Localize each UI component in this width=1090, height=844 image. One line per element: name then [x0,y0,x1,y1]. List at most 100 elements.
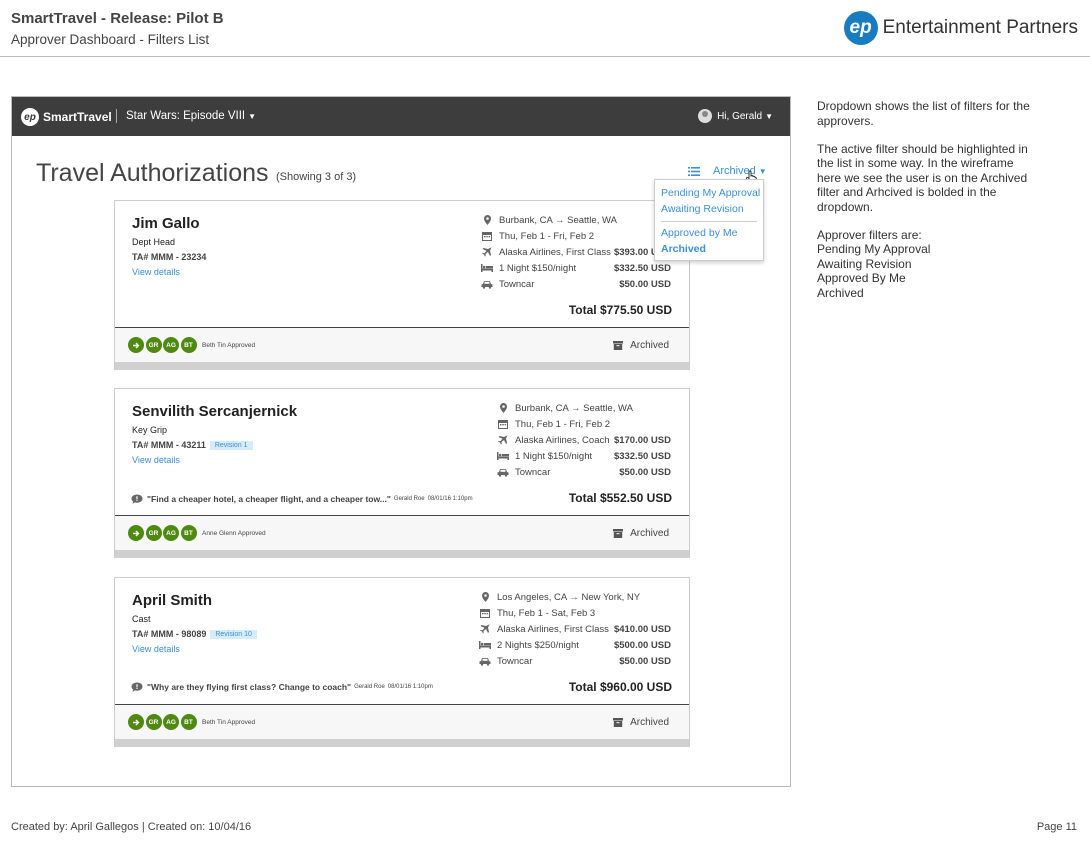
ta-number: TA# MMM - 43211 Revision 1 [132,440,253,450]
approver-badge: BT [180,714,197,730]
flight-amount: $170.00 USD [613,434,671,446]
view-details-link[interactable]: View details [132,644,180,654]
itinerary-car: Towncar $50.00 USD [497,464,671,480]
note-line: approvers. [817,113,874,128]
filter-option-pending-my-approval[interactable]: Pending My Approval [655,185,763,201]
status-label: Archived [630,717,669,728]
approval-status-text: Anne Glenn Approved [202,529,266,537]
travel-authorization-card: Senvilith Sercanjernick Key Grip TA# MMM… [114,388,690,558]
ta-number-text: TA# MMM - 98089 [132,629,207,639]
comment-text: "Find a cheaper hotel, a cheaper flight,… [147,494,391,504]
approved-arrow-icon [128,337,144,353]
note-line: Approver filters are: [817,227,922,242]
itinerary-car: Towncar $50.00 USD [479,653,671,669]
document-footer-credits: Created by: April Gallegos | Created on:… [11,821,252,833]
bed-icon [497,451,509,461]
annotation-notes: Dropdown shows the list of filters for t… [817,99,1057,314]
ta-number-text: TA# MMM - 43211 [132,440,206,450]
flight-amount: $410.00 USD [613,623,671,635]
app-bar: ep SmartTravel Star Wars: Episode VIII ▼ … [12,97,790,136]
route-text: Burbank, CA → Seattle, WA [515,402,633,414]
comment-icon [131,682,143,692]
car-amount: $50.00 USD [619,466,671,478]
approval-status-text: Beth Tin Approved [202,718,256,726]
car-amount: $50.00 USD [619,655,671,667]
filter-option-approved-by-me[interactable]: Approved by Me [655,225,763,241]
location-icon [497,403,509,413]
bed-icon [481,263,493,273]
note-line: Pending My Approval [817,242,931,256]
note-dropdown: Dropdown shows the list of filters for t… [817,99,1057,128]
location-icon [481,215,493,225]
approver-badge: GR [145,525,162,541]
approval-chain: GR AG BT Beth Tin Approved [128,714,255,730]
filter-dropdown-menu: Pending My Approval Awaiting Revision Ap… [654,179,764,261]
status-label: Archived [630,340,669,351]
approver-badge: BT [180,525,197,541]
card-footer: GR AG BT Beth Tin Approved Archived [115,327,689,363]
total-amount: Total $960.00 USD [568,680,672,694]
itinerary-flight: Alaska Airlines, First Class $393.00 USD [481,244,671,260]
route-text: Los Angeles, CA → New York, NY [497,591,641,603]
filter-option-awaiting-revision[interactable]: Awaiting Revision [655,201,763,217]
note-line: Archived [817,285,864,300]
page-number: Page 11 [1036,821,1077,833]
entertainment-partners-logo: ep Entertainment Partners [843,11,1078,45]
itinerary: Burbank, CA → Seattle, WA Thu, Feb 1 - F… [481,212,671,292]
traveler-role: Dept Head [132,237,176,247]
approver-badge: BT [180,337,197,353]
note-filter-list: Approver filters are: Pending My Approva… [817,228,1057,301]
total-amount: Total $775.50 USD [568,303,672,317]
approval-status-text: Beth Tin Approved [202,341,256,349]
flight-text: Alaska Airlines, First Class [497,623,609,635]
app-logo[interactable]: ep SmartTravel [21,108,112,126]
approved-arrow-icon [128,714,144,730]
itinerary-route: Burbank, CA → Seattle, WA [481,212,671,228]
note-line: Dropdown shows the list of filters for t… [817,99,1030,113]
car-text: Towncar [515,466,551,478]
hotel-amount: $500.00 USD [613,639,671,651]
view-details-link[interactable]: View details [132,267,180,277]
archived-status: Archived [613,528,669,539]
ep-logo-name: Entertainment Partners [882,17,1078,38]
flight-text: Alaska Airlines, First Class [499,246,611,258]
approval-chain: GR AG BT Anne Glenn Approved [128,525,266,541]
travel-authorization-card: April Smith Cast TA# MMM - 98089 Revision… [114,577,690,747]
chevron-down-icon: ▼ [248,112,257,121]
card-footer: GR AG BT Beth Tin Approved Archived [115,704,689,740]
note-line: Approved By Me [817,271,906,285]
card-body: Senvilith Sercanjernick Key Grip TA# MMM… [115,389,689,514]
car-icon [497,467,509,477]
document-subtitle: Approver Dashboard - Filters List [11,32,210,47]
archive-icon [613,529,624,538]
itinerary-flight: Alaska Airlines, Coach $170.00 USD [497,432,671,448]
avatar [698,109,713,123]
filter-option-archived[interactable]: Archived [655,241,763,257]
note-line: the list in some way. In the wireframe [817,156,1014,170]
approver-comment: "Find a cheaper hotel, a cheaper flight,… [131,494,473,504]
car-icon [481,279,493,289]
card-body: April Smith Cast TA# MMM - 98089 Revision… [115,578,689,703]
route-text: Burbank, CA → Seattle, WA [499,214,617,226]
project-selector[interactable]: Star Wars: Episode VIII ▼ [126,110,256,122]
hotel-amount: $332.50 USD [613,450,671,462]
list-icon [688,166,700,176]
app-logo-name: SmartTravel [43,110,112,124]
approver-badge: AG [163,525,179,541]
view-details-link[interactable]: View details [132,455,180,465]
flight-text: Alaska Airlines, Coach [515,434,610,446]
hotel-text: 2 Nights $250/night [497,639,579,651]
itinerary-hotel: 2 Nights $250/night $500.00 USD [479,637,671,653]
hotel-amount: $332.50 USD [613,262,671,274]
traveler-role: Key Grip [132,425,168,435]
archive-icon [613,341,624,350]
chevron-down-icon: ▼ [765,111,773,121]
project-name: Star Wars: Episode VIII [126,110,246,122]
user-menu[interactable]: Hi, Gerald ▼ [698,109,773,123]
card-footer: GR AG BT Anne Glenn Approved Archived [115,515,689,551]
approval-chain: GR AG BT Beth Tin Approved [128,337,255,353]
archived-status: Archived [613,340,669,351]
app-logo-mark: ep [21,108,39,126]
card-bottom-bar [115,739,689,747]
approved-arrow-icon [128,525,144,541]
